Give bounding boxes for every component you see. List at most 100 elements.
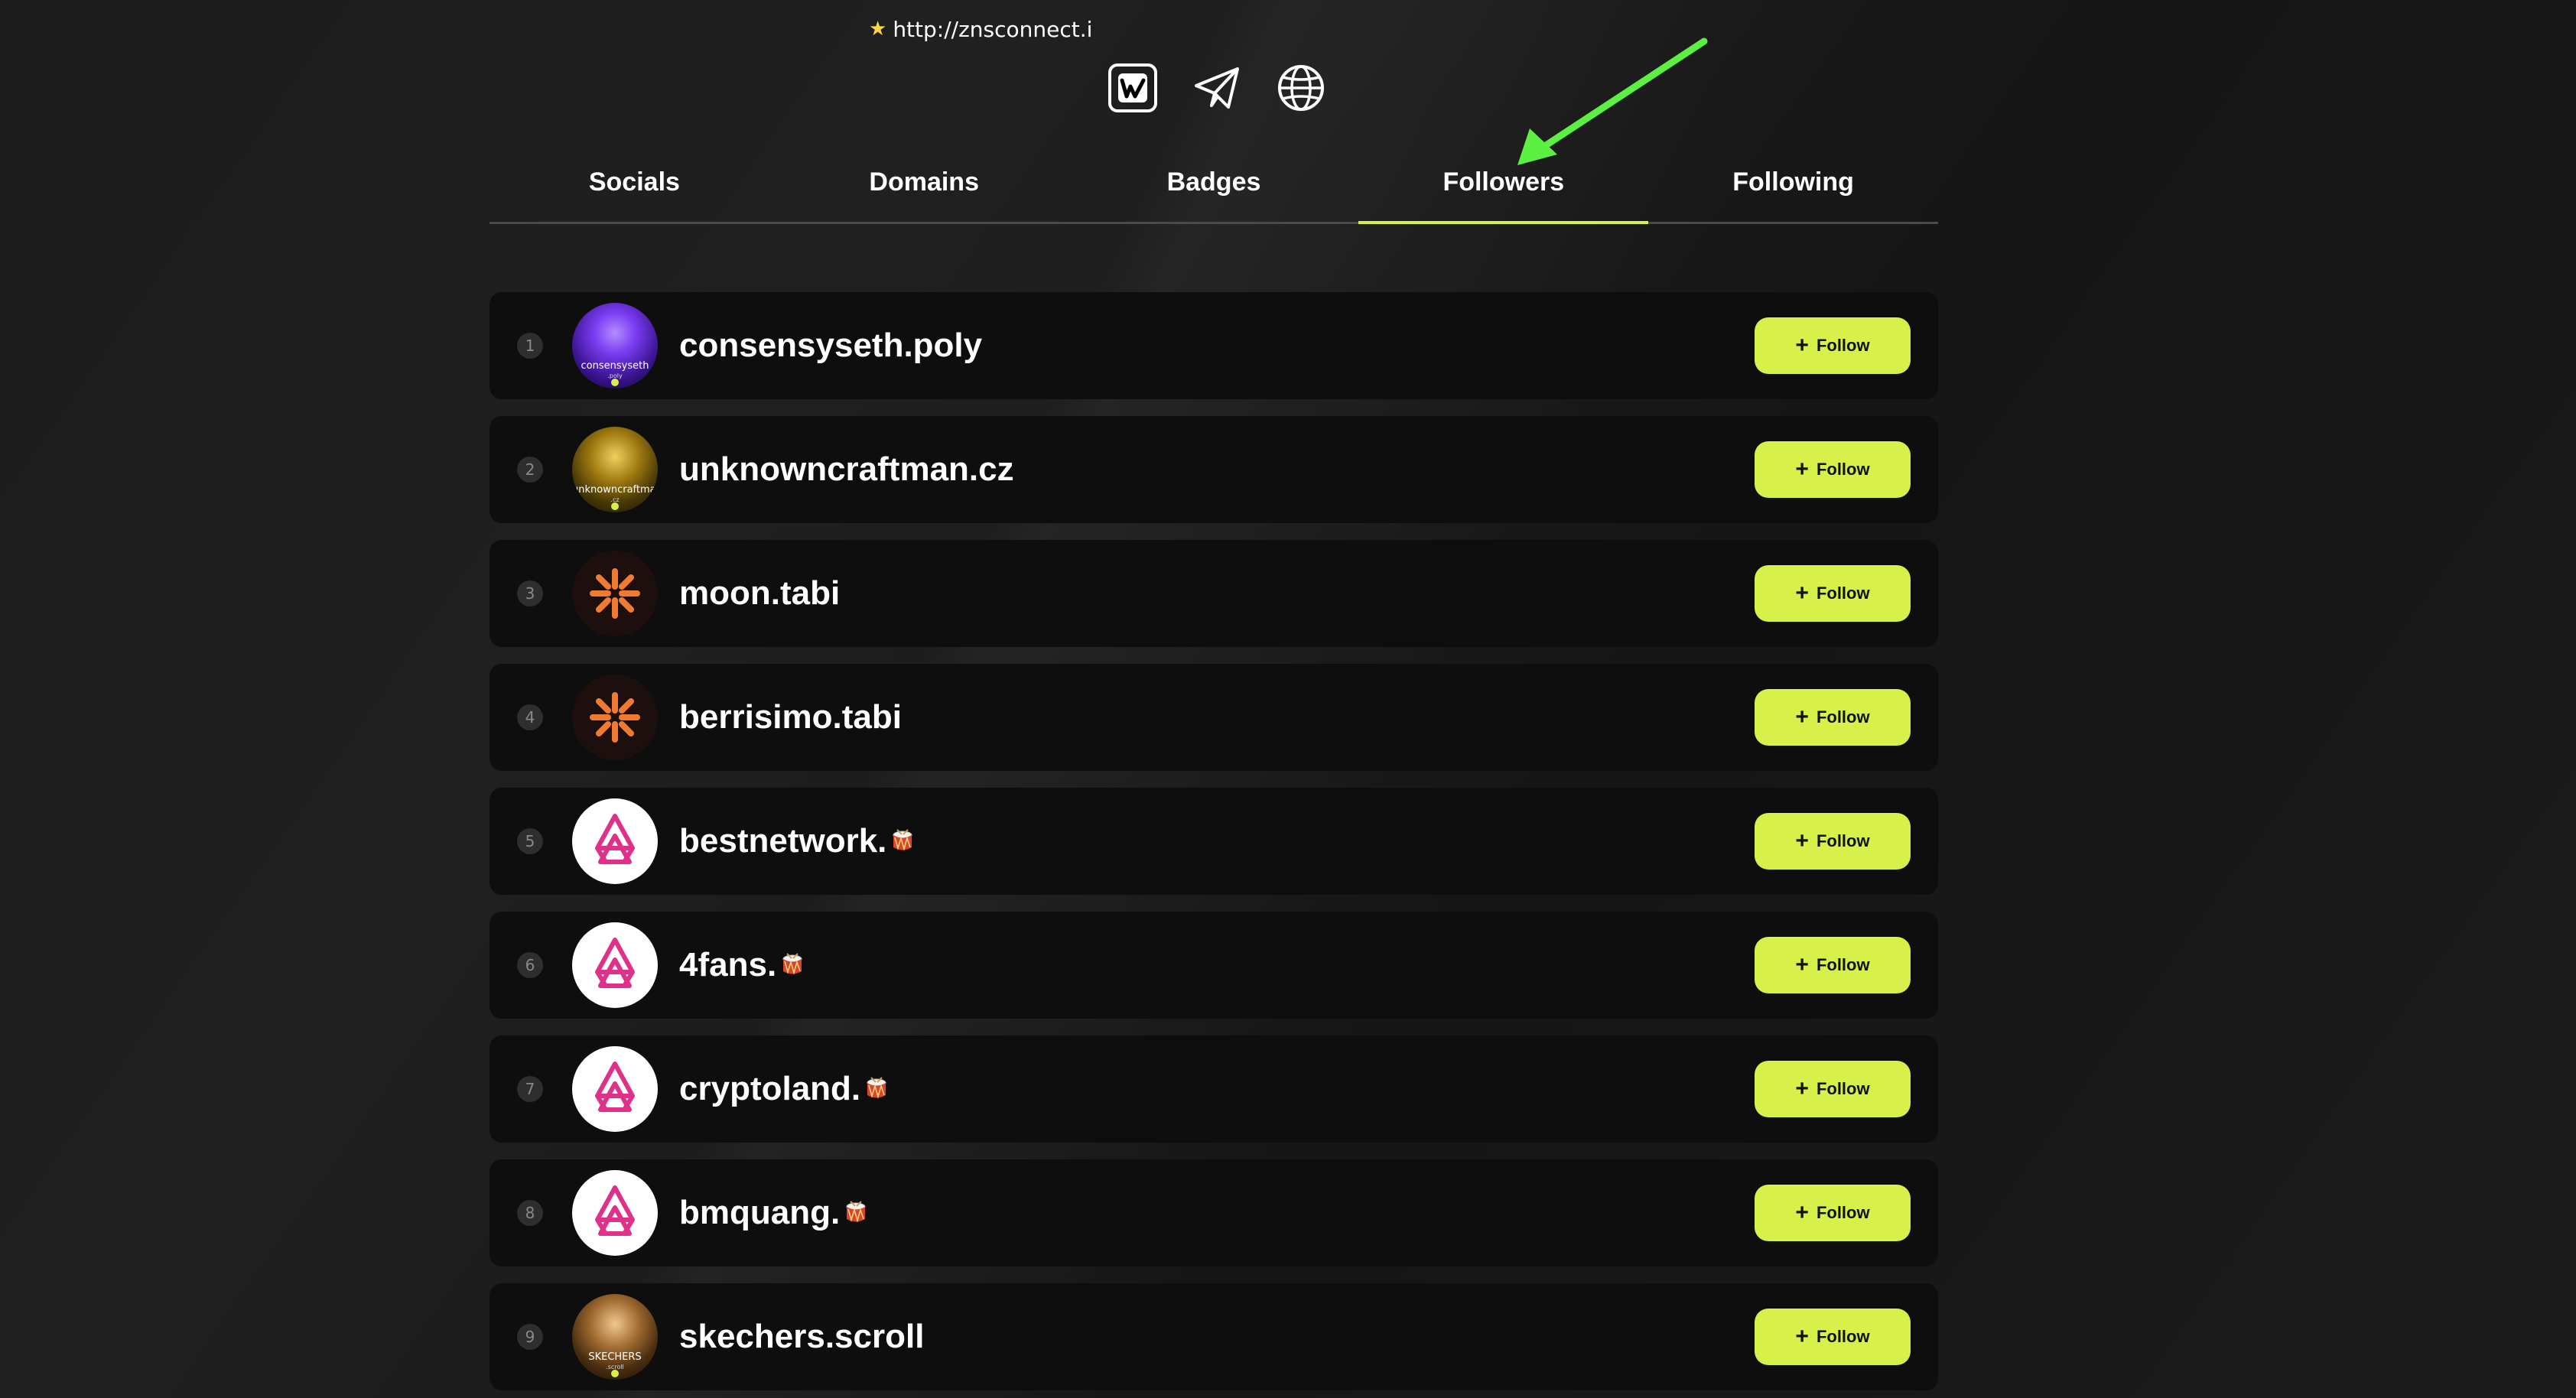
- tabi-logo-icon: [590, 568, 640, 619]
- follow-button-label: Follow: [1816, 460, 1870, 479]
- follower-name-text[interactable]: berrisimo.tabi: [679, 698, 902, 736]
- follow-button-label: Follow: [1816, 707, 1870, 727]
- social-links: [1106, 61, 1328, 115]
- follow-button[interactable]: + Follow: [1755, 1061, 1911, 1117]
- rank-number: 2: [517, 457, 543, 483]
- follower-name-text[interactable]: unknowncraftman.cz: [679, 450, 1014, 489]
- plus-icon: +: [1795, 1200, 1809, 1225]
- avatar[interactable]: [572, 551, 658, 636]
- trinity-logo-icon: [595, 814, 635, 865]
- list-item[interactable]: 2 unknowncraftman .cz unknowncraftman.cz + Fo…: [490, 416, 1938, 523]
- tab-followers[interactable]: Followers: [1358, 142, 1648, 224]
- follow-button[interactable]: + Follow: [1755, 441, 1911, 498]
- avatar-label: consensyseth: [581, 360, 649, 372]
- plus-icon: +: [1795, 1076, 1809, 1101]
- trinity-logo-icon: [595, 938, 635, 989]
- follow-button[interactable]: + Follow: [1755, 813, 1911, 870]
- follower-name-text[interactable]: bmquang.: [679, 1194, 840, 1232]
- trinity-logo-icon: [595, 1062, 635, 1113]
- avatar[interactable]: [572, 922, 658, 1008]
- follower-name[interactable]: unknowncraftman.cz: [679, 450, 1014, 489]
- profile-tabs: Socials Domains Badges Followers Followi…: [490, 142, 1938, 224]
- profile-page: ★ http://znsconnect.i Socials Domains Ba…: [0, 0, 2576, 1398]
- avatar[interactable]: [572, 1046, 658, 1132]
- follow-button-label: Follow: [1816, 831, 1870, 850]
- tab-badges[interactable]: Badges: [1069, 142, 1359, 222]
- follow-button-label: Follow: [1816, 1079, 1870, 1098]
- avatar[interactable]: SKECHERS .scroll: [572, 1294, 658, 1380]
- avatar-dot: [611, 502, 619, 510]
- avatar-label: unknowncraftman: [572, 484, 658, 496]
- followers-list: 1 consensyseth .poly consensyseth.poly + Foll…: [490, 292, 1938, 1398]
- follow-button-label: Follow: [1816, 584, 1870, 603]
- follower-name-text[interactable]: 4fans.: [679, 946, 776, 984]
- website-link[interactable]: ★ http://znsconnect.i: [869, 14, 1092, 44]
- follower-name-text[interactable]: moon.tabi: [679, 574, 840, 613]
- avatar[interactable]: [572, 798, 658, 884]
- follower-name[interactable]: cryptoland.: [679, 1070, 890, 1108]
- follow-button[interactable]: + Follow: [1755, 689, 1911, 746]
- plus-icon: +: [1795, 1324, 1809, 1349]
- rank-number: 8: [517, 1200, 543, 1226]
- follower-name-text[interactable]: bestnetwork.: [679, 822, 886, 860]
- list-item[interactable]: 7 cryptoland. + Follow: [490, 1035, 1938, 1143]
- follow-button[interactable]: + Follow: [1755, 565, 1911, 622]
- follower-name-text[interactable]: consensyseth.poly: [679, 327, 982, 365]
- plus-icon: +: [1795, 828, 1809, 853]
- rank-number: 9: [517, 1324, 543, 1350]
- drum-icon: [867, 1077, 886, 1099]
- follow-button[interactable]: + Follow: [1755, 1185, 1911, 1241]
- follower-name-text[interactable]: cryptoland.: [679, 1070, 860, 1108]
- follow-button[interactable]: + Follow: [1755, 317, 1911, 374]
- follow-button[interactable]: + Follow: [1755, 937, 1911, 993]
- rank-number: 5: [517, 828, 543, 854]
- follower-name[interactable]: bmquang.: [679, 1194, 869, 1232]
- avatar[interactable]: consensyseth .poly: [572, 303, 658, 389]
- plus-icon: +: [1795, 333, 1809, 358]
- tab-domains[interactable]: Domains: [779, 142, 1069, 222]
- follower-name[interactable]: consensyseth.poly: [679, 327, 982, 365]
- plus-icon: +: [1795, 580, 1809, 606]
- telegram-icon[interactable]: [1190, 61, 1244, 115]
- follower-name[interactable]: bestnetwork.: [679, 822, 916, 860]
- rank-number: 1: [517, 333, 543, 359]
- follower-name[interactable]: skechers.scroll: [679, 1318, 924, 1356]
- plus-icon: +: [1795, 952, 1809, 977]
- tabi-logo-icon: [590, 692, 640, 743]
- drum-icon: [893, 829, 912, 851]
- list-item[interactable]: 6 4fans. + Follow: [490, 912, 1938, 1019]
- drum-icon: [782, 953, 802, 975]
- avatar-dot: [611, 379, 619, 386]
- w-logo-icon[interactable]: [1106, 61, 1160, 115]
- follow-button-label: Follow: [1816, 955, 1870, 974]
- avatar[interactable]: unknowncraftman .cz: [572, 427, 658, 512]
- rank-number: 3: [517, 580, 543, 606]
- star-icon: ★: [869, 18, 887, 41]
- avatar[interactable]: [572, 675, 658, 760]
- plus-icon: +: [1795, 457, 1809, 482]
- avatar-label: SKECHERS: [588, 1351, 642, 1363]
- globe-icon[interactable]: [1274, 61, 1328, 115]
- list-item[interactable]: 4 berrisimo.tabi + Follow: [490, 664, 1938, 771]
- drum-icon: [846, 1201, 866, 1223]
- list-item[interactable]: 5 bestnetwork. + Follow: [490, 788, 1938, 895]
- follower-name-text[interactable]: skechers.scroll: [679, 1318, 924, 1356]
- follower-name[interactable]: berrisimo.tabi: [679, 698, 902, 736]
- avatar[interactable]: [572, 1170, 658, 1256]
- tab-following[interactable]: Following: [1648, 142, 1938, 222]
- follower-name[interactable]: 4fans.: [679, 946, 805, 984]
- follow-button[interactable]: + Follow: [1755, 1309, 1911, 1365]
- list-item[interactable]: 1 consensyseth .poly consensyseth.poly + Foll…: [490, 292, 1938, 399]
- rank-number: 6: [517, 952, 543, 978]
- tab-socials[interactable]: Socials: [490, 142, 779, 222]
- list-item[interactable]: 8 bmquang. + Follow: [490, 1159, 1938, 1266]
- follow-button-label: Follow: [1816, 336, 1870, 355]
- follow-button-label: Follow: [1816, 1327, 1870, 1346]
- list-item[interactable]: 9 SKECHERS .scroll skechers.scroll + Follow: [490, 1283, 1938, 1390]
- avatar-dot: [611, 1370, 619, 1377]
- follower-name[interactable]: moon.tabi: [679, 574, 840, 613]
- plus-icon: +: [1795, 704, 1809, 730]
- website-link-text[interactable]: http://znsconnect.i: [893, 17, 1092, 42]
- list-item[interactable]: 3 moon.tabi + Follow: [490, 540, 1938, 647]
- rank-number: 7: [517, 1076, 543, 1102]
